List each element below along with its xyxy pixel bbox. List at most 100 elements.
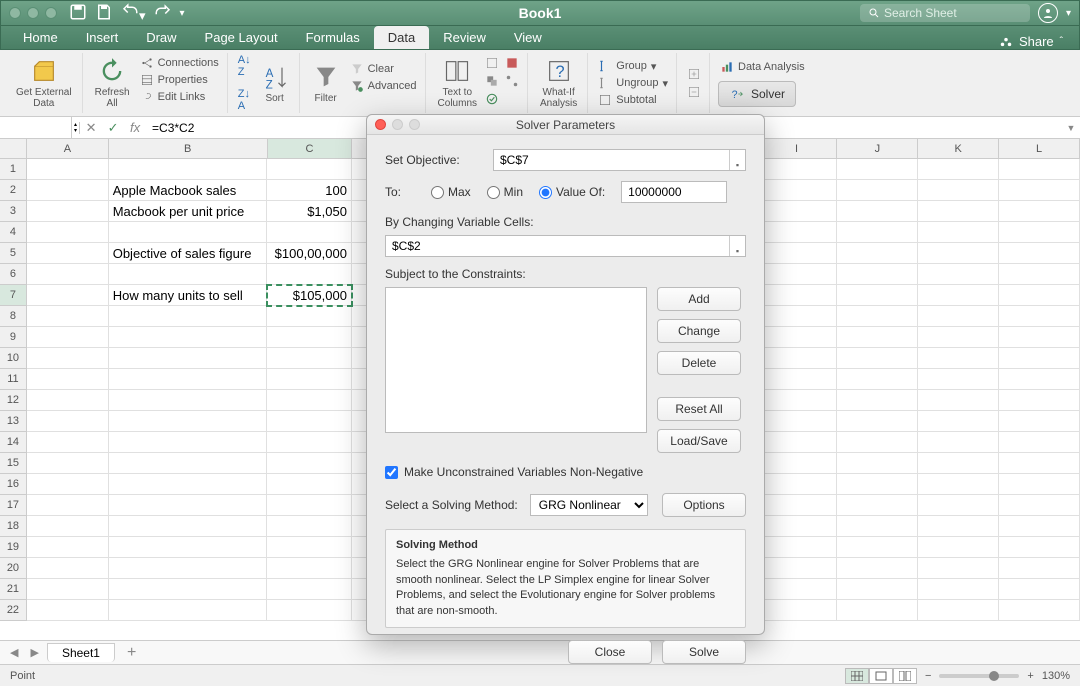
- cell[interactable]: [837, 453, 918, 474]
- cell[interactable]: [999, 411, 1080, 432]
- cell[interactable]: [109, 348, 268, 369]
- cell[interactable]: $1,050: [267, 201, 352, 222]
- cell[interactable]: [109, 222, 268, 243]
- cell[interactable]: [918, 243, 999, 264]
- cell[interactable]: [999, 369, 1080, 390]
- col-header-b[interactable]: B: [109, 139, 268, 158]
- value-of-radio[interactable]: Value Of:: [539, 185, 605, 199]
- min-radio[interactable]: Min: [487, 185, 523, 199]
- row-header[interactable]: 2: [0, 180, 27, 201]
- cell[interactable]: [918, 159, 999, 180]
- row-header[interactable]: 9: [0, 327, 27, 348]
- row-header[interactable]: 1: [0, 159, 27, 180]
- cell[interactable]: [999, 222, 1080, 243]
- ribbon-collapse-icon[interactable]: ˆ: [1060, 36, 1063, 47]
- cell[interactable]: [27, 327, 109, 348]
- remove-duplicates-icon[interactable]: [483, 73, 501, 89]
- cell[interactable]: [837, 411, 918, 432]
- cell[interactable]: [756, 516, 837, 537]
- cell[interactable]: [109, 495, 268, 516]
- cell[interactable]: [27, 222, 109, 243]
- cell[interactable]: [756, 600, 837, 621]
- cell[interactable]: [756, 369, 837, 390]
- dialog-titlebar[interactable]: Solver Parameters: [367, 115, 764, 135]
- cell[interactable]: [27, 432, 109, 453]
- filter-button[interactable]: Filter: [308, 61, 344, 106]
- row-header[interactable]: 7: [0, 285, 27, 306]
- cell[interactable]: [756, 495, 837, 516]
- minimize-window-icon[interactable]: [27, 7, 39, 19]
- edit-links-button[interactable]: Edit Links: [138, 89, 221, 105]
- row-header[interactable]: 18: [0, 516, 27, 537]
- cell[interactable]: [999, 327, 1080, 348]
- solve-button[interactable]: Solve: [662, 640, 746, 664]
- flash-fill-icon[interactable]: [483, 55, 501, 71]
- close-button[interactable]: Close: [568, 640, 652, 664]
- row-header[interactable]: 11: [0, 369, 27, 390]
- cell[interactable]: [837, 243, 918, 264]
- cell[interactable]: [27, 348, 109, 369]
- cell[interactable]: [109, 558, 268, 579]
- hide-detail-icon[interactable]: [685, 84, 703, 100]
- cell[interactable]: $105,000: [267, 285, 352, 306]
- cell[interactable]: [837, 306, 918, 327]
- cell[interactable]: [267, 516, 352, 537]
- cell[interactable]: [918, 516, 999, 537]
- cell[interactable]: [999, 306, 1080, 327]
- set-objective-range-icon[interactable]: ▪: [729, 150, 745, 170]
- cell[interactable]: [27, 285, 109, 306]
- cell[interactable]: [837, 432, 918, 453]
- row-header[interactable]: 10: [0, 348, 27, 369]
- data-validation-icon[interactable]: [483, 91, 501, 107]
- cell[interactable]: [109, 579, 268, 600]
- cell[interactable]: [267, 159, 352, 180]
- expand-formula-bar-icon[interactable]: ▼: [1062, 123, 1080, 133]
- cell[interactable]: [918, 453, 999, 474]
- zoom-window-icon[interactable]: [45, 7, 57, 19]
- cell[interactable]: [837, 348, 918, 369]
- row-header[interactable]: 4: [0, 222, 27, 243]
- tab-review[interactable]: Review: [429, 26, 500, 49]
- cell[interactable]: [756, 432, 837, 453]
- cell[interactable]: [999, 159, 1080, 180]
- solving-method-select[interactable]: GRG Nonlinear: [530, 494, 648, 516]
- cell[interactable]: [267, 558, 352, 579]
- load-save-button[interactable]: Load/Save: [657, 429, 741, 453]
- cell[interactable]: [109, 264, 268, 285]
- cell[interactable]: [837, 579, 918, 600]
- nonneg-checkbox[interactable]: Make Unconstrained Variables Non-Negativ…: [385, 465, 746, 479]
- zoom-level[interactable]: 130%: [1042, 670, 1070, 682]
- namebox-spinner[interactable]: ▴▾: [72, 122, 80, 134]
- cell[interactable]: [27, 306, 109, 327]
- cell[interactable]: [918, 222, 999, 243]
- cell[interactable]: [837, 159, 918, 180]
- cell[interactable]: [837, 327, 918, 348]
- cell[interactable]: [918, 201, 999, 222]
- cell[interactable]: [837, 558, 918, 579]
- relationships-icon[interactable]: [503, 73, 521, 89]
- value-of-input[interactable]: [621, 181, 727, 203]
- cell[interactable]: [999, 264, 1080, 285]
- cell[interactable]: [837, 600, 918, 621]
- cell[interactable]: [27, 243, 109, 264]
- cell[interactable]: [109, 390, 268, 411]
- cell[interactable]: [27, 579, 109, 600]
- cell[interactable]: [27, 537, 109, 558]
- undo-icon[interactable]: ▾: [121, 2, 146, 24]
- set-objective-input[interactable]: [494, 150, 729, 170]
- cell[interactable]: [837, 222, 918, 243]
- cell[interactable]: [756, 348, 837, 369]
- cell[interactable]: [109, 306, 268, 327]
- cell[interactable]: [999, 537, 1080, 558]
- cell[interactable]: [999, 348, 1080, 369]
- name-box[interactable]: [0, 117, 72, 138]
- cell[interactable]: [109, 159, 268, 180]
- cell[interactable]: [999, 180, 1080, 201]
- cell[interactable]: [999, 453, 1080, 474]
- sheet-tab-sheet1[interactable]: Sheet1: [47, 643, 115, 662]
- cell[interactable]: [837, 516, 918, 537]
- enter-formula-icon[interactable]: ✓: [102, 120, 124, 136]
- cell[interactable]: [756, 264, 837, 285]
- row-header[interactable]: 3: [0, 201, 27, 222]
- subtotal-button[interactable]: Subtotal: [596, 92, 670, 108]
